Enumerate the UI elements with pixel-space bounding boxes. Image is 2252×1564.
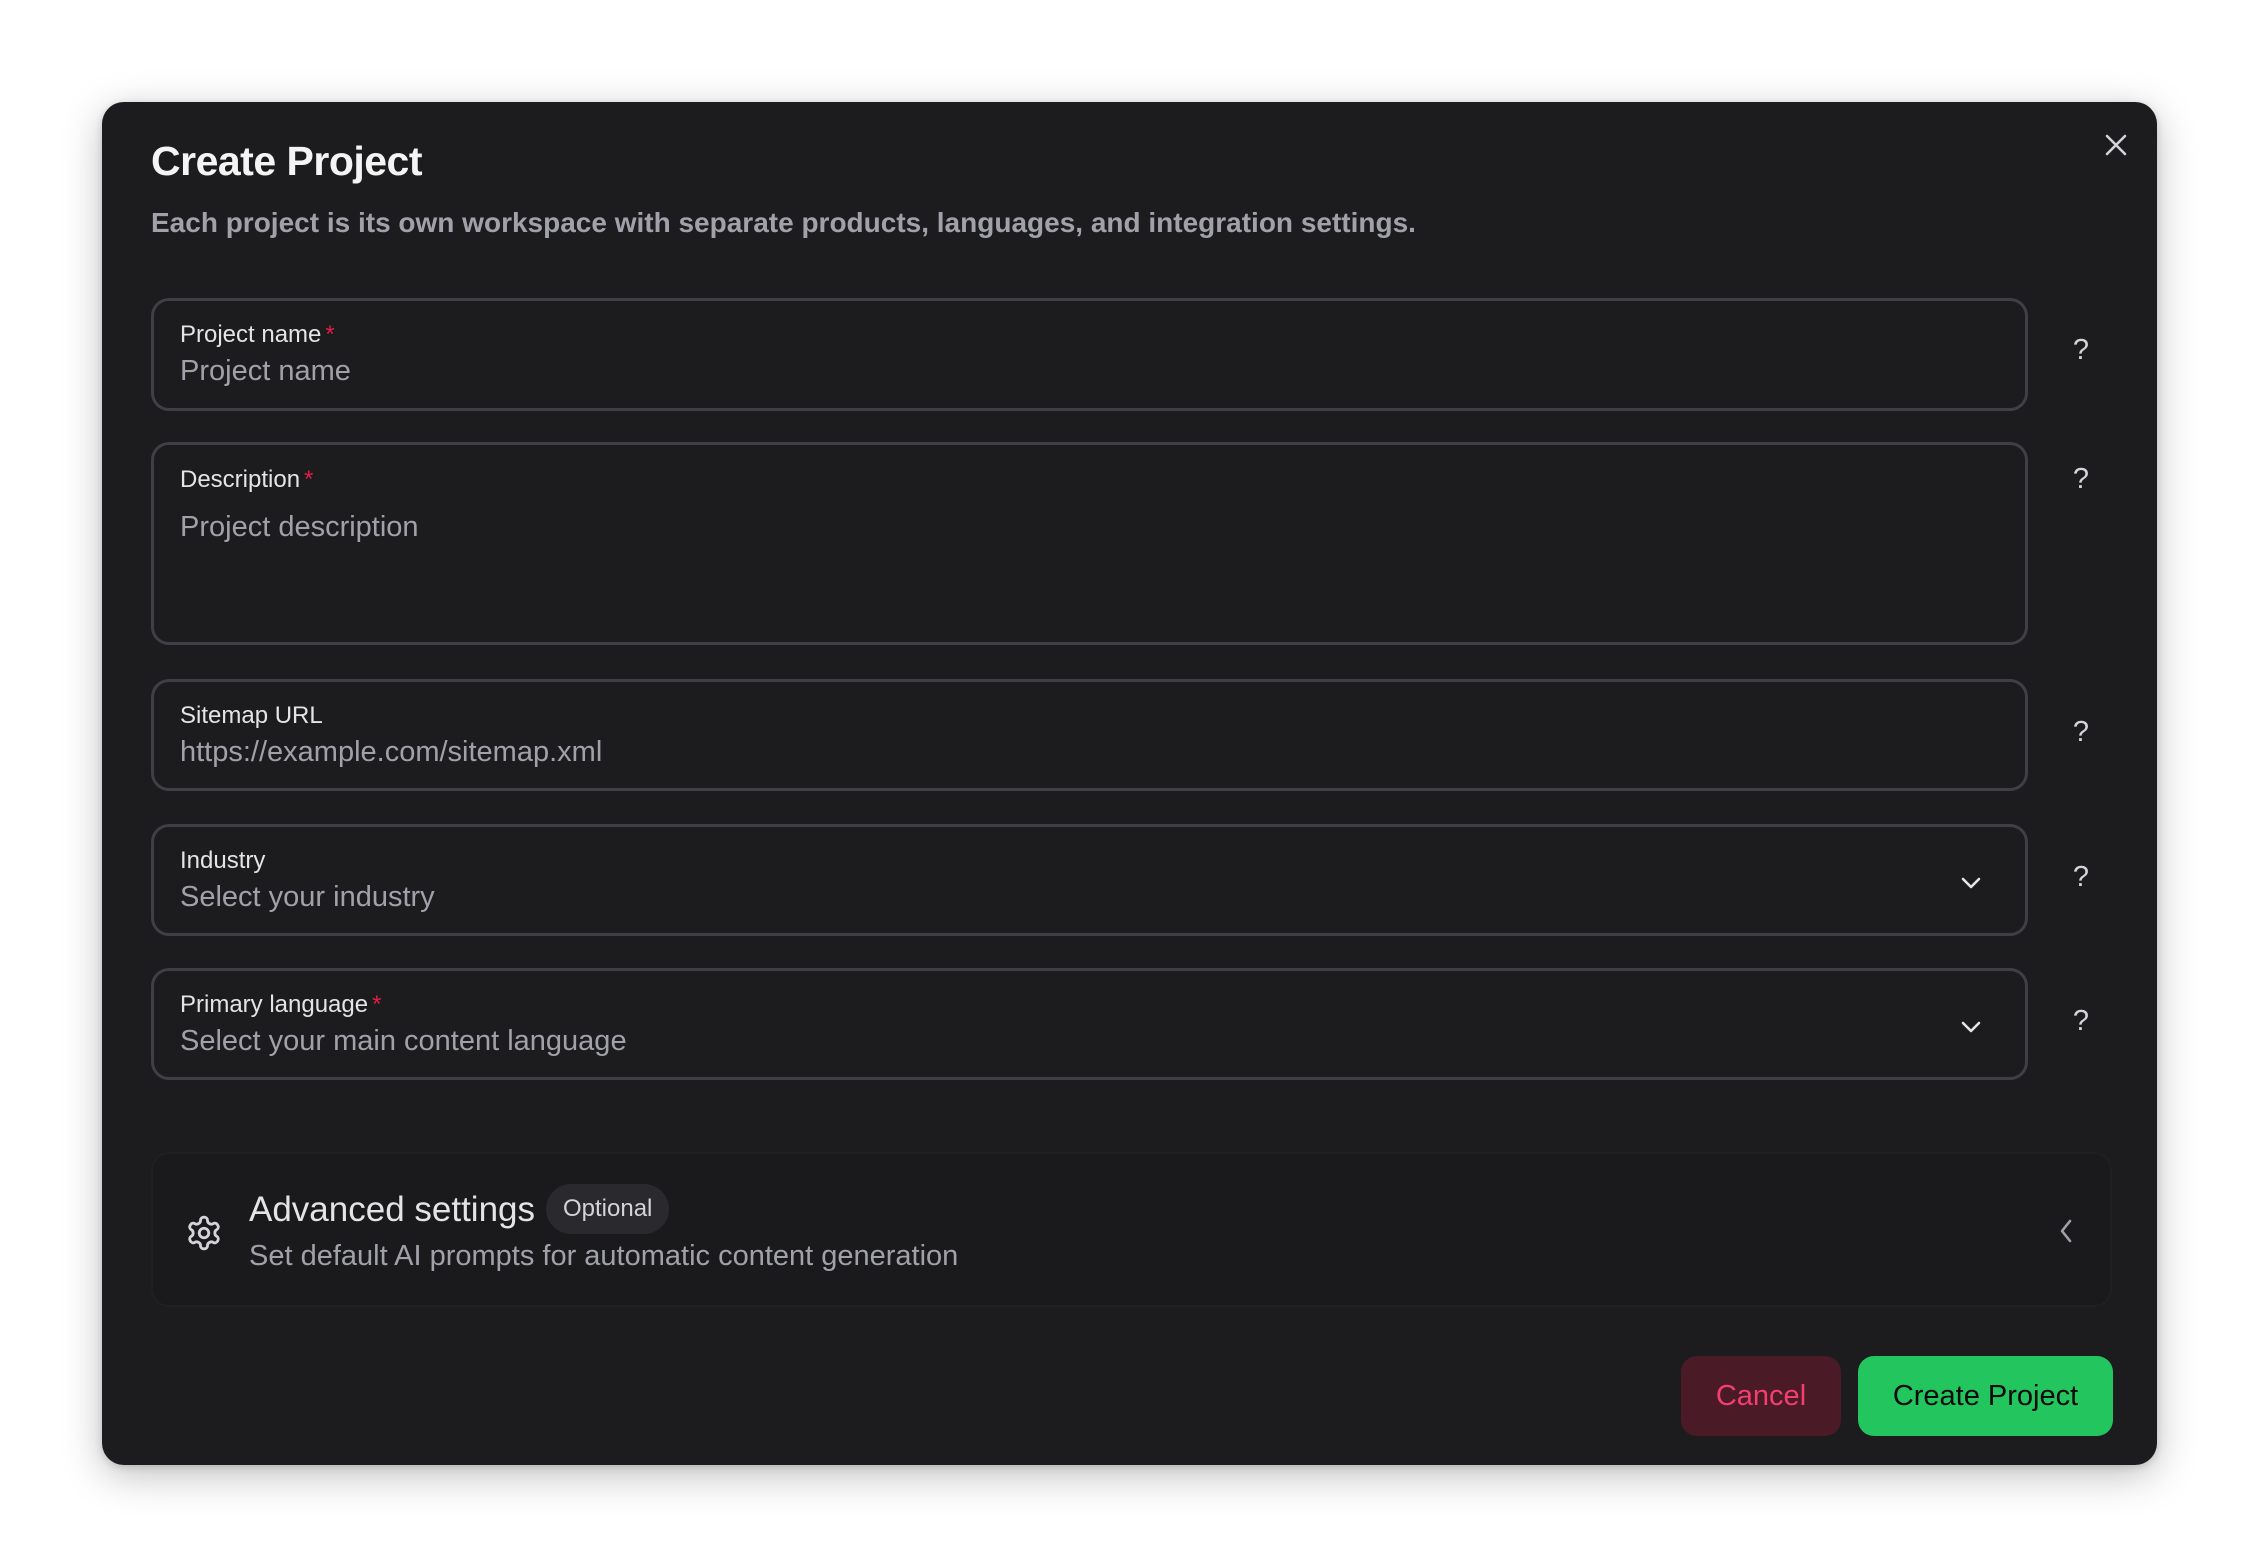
close-icon (2105, 134, 2127, 156)
industry-select[interactable]: Industry Select your industry (151, 824, 2028, 936)
project-name-input[interactable]: Project name (180, 355, 351, 388)
sitemap-url-input[interactable]: https://example.com/sitemap.xml (180, 736, 602, 769)
chevron-down-icon (1957, 1013, 1985, 1041)
sitemap-url-label: Sitemap URL (180, 702, 323, 729)
create-project-button[interactable]: Create Project (1858, 1356, 2113, 1436)
industry-help-icon[interactable]: ? (2066, 861, 2096, 901)
primary-language-label: Primary language (180, 991, 369, 1018)
advanced-settings-description: Set default AI prompts for automatic con… (249, 1240, 959, 1272)
description-field[interactable]: Description * Project description (151, 442, 2028, 645)
dialog-subtitle: Each project is its own workspace with s… (151, 207, 1416, 238)
primary-language-select[interactable]: Primary language * Select your main conte… (151, 968, 2028, 1080)
cancel-button[interactable]: Cancel (1681, 1356, 1841, 1436)
industry-label: Industry (180, 847, 266, 874)
advanced-settings-toggle[interactable]: Advanced settings Optional Set default A… (151, 1152, 2112, 1307)
required-mark: * (325, 321, 335, 348)
primary-language-selected-value: Select your main content language (180, 1025, 627, 1057)
project-name-help-icon[interactable]: ? (2066, 334, 2096, 374)
close-button[interactable] (2096, 125, 2136, 165)
project-name-field[interactable]: Project name * Project name (151, 298, 2028, 411)
gear-icon (185, 1214, 223, 1252)
chevron-down-icon (1957, 869, 1985, 897)
chevron-left-icon (2051, 1214, 2081, 1248)
project-name-label: Project name (180, 321, 322, 348)
required-mark: * (372, 991, 382, 1018)
optional-badge: Optional (546, 1184, 670, 1234)
advanced-settings-title: Advanced settings (249, 1190, 536, 1229)
description-label: Description (180, 466, 301, 493)
dialog-title: Create Project (151, 138, 423, 184)
industry-selected-value: Select your industry (180, 881, 435, 913)
sitemap-url-help-icon[interactable]: ? (2066, 716, 2096, 756)
description-textarea[interactable]: Project description (180, 511, 419, 544)
required-mark: * (304, 466, 314, 493)
sitemap-url-field[interactable]: Sitemap URL https://example.com/sitemap.… (151, 679, 2028, 791)
primary-language-help-icon[interactable]: ? (2066, 1005, 2096, 1045)
description-help-icon[interactable]: ? (2066, 463, 2096, 503)
